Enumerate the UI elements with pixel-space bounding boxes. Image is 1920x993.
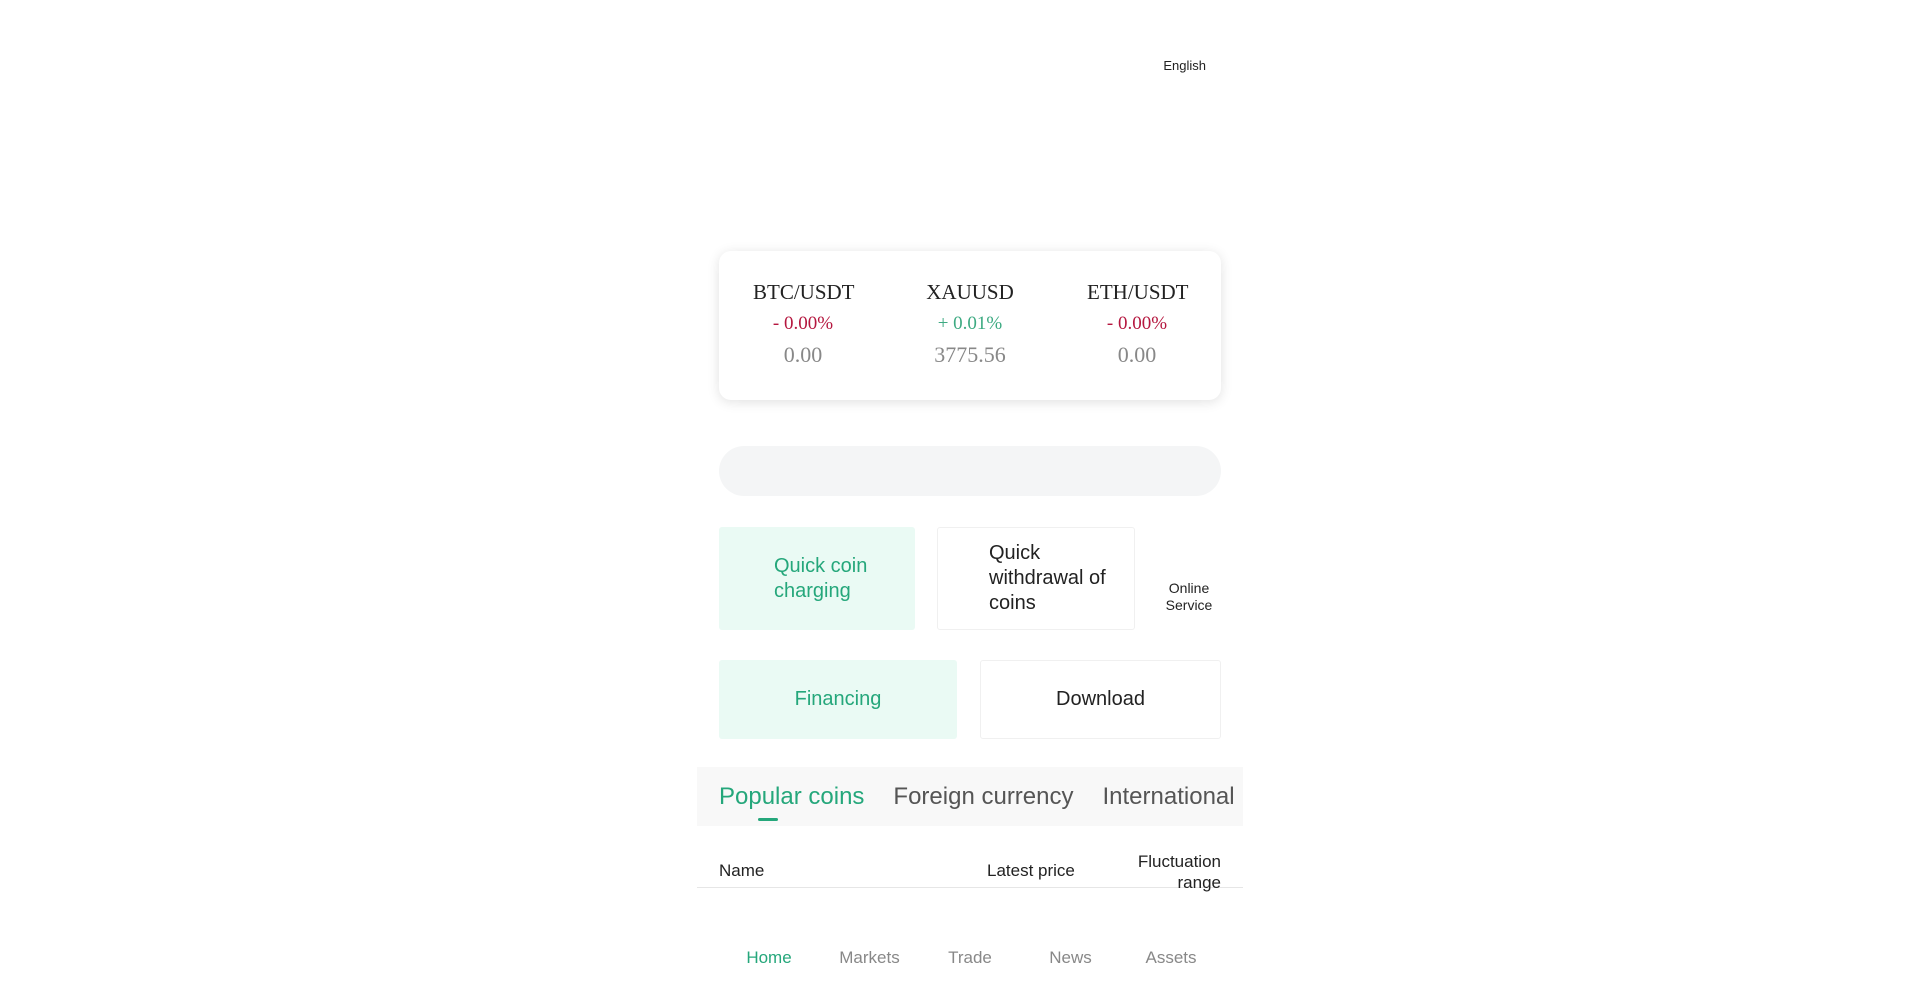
ticker-xauusd[interactable]: XAUUSD + 0.01% 3775.56 <box>920 279 1020 400</box>
nav-trade[interactable]: Trade <box>920 940 1020 976</box>
ticker-card: BTC/USDT - 0.00% 0.00 XAUUSD + 0.01% 377… <box>719 251 1221 400</box>
download-button[interactable]: Download <box>980 660 1221 739</box>
tab-popular-coins[interactable]: Popular coins <box>719 782 864 812</box>
ticker-eth[interactable]: ETH/USDT - 0.00% 0.00 <box>1087 279 1189 400</box>
tab-international[interactable]: International <box>1103 782 1235 812</box>
ticker-change: - 0.00% <box>1106 313 1168 334</box>
market-table-header: Name Latest price Fluctuation range <box>697 848 1243 892</box>
ticker-price: 0.00 <box>1117 342 1157 367</box>
ticker-pair: ETH/USDT <box>1087 280 1189 304</box>
nav-home[interactable]: Home <box>719 940 819 976</box>
online-service-label: Online Service <box>1165 580 1213 613</box>
active-tab-indicator <box>758 818 778 821</box>
tab-foreign-currency[interactable]: Foreign currency <box>893 782 1073 812</box>
quick-withdrawal-button[interactable]: Quick withdrawal of coins <box>937 527 1135 630</box>
column-header-name: Name <box>719 861 765 880</box>
quick-coin-charging-button[interactable]: Quick coin charging <box>719 527 915 630</box>
quick-withdrawal-label: Quick withdrawal of coins <box>989 542 1106 614</box>
nav-markets[interactable]: Markets <box>820 940 920 976</box>
financing-button[interactable]: Financing <box>719 660 957 739</box>
column-header-latest-price: Latest price <box>987 861 1075 880</box>
notice-bar[interactable] <box>719 446 1221 496</box>
quick-coin-charging-label: Quick coin charging <box>774 554 868 602</box>
ticker-price: 0.00 <box>783 342 823 367</box>
nav-assets[interactable]: Assets <box>1121 940 1221 976</box>
ticker-pair: XAUUSD <box>926 280 1014 304</box>
bottom-navigation: Home Markets Trade News Assets <box>719 940 1221 976</box>
ticker-change: - 0.00% <box>772 313 834 334</box>
ticker-pair: BTC/USDT <box>753 280 855 304</box>
mobile-app-container: English BTC/USDT - 0.00% 0.00 XAUUSD + 0… <box>697 0 1243 993</box>
market-tabs: Popular coins Foreign currency Internati… <box>697 767 1243 826</box>
ticker-btc[interactable]: BTC/USDT - 0.00% 0.00 <box>753 279 855 400</box>
language-selector[interactable]: English <box>1163 58 1206 73</box>
ticker-price: 3775.56 <box>934 342 1006 367</box>
financing-label: Financing <box>794 688 882 710</box>
nav-news[interactable]: News <box>1021 940 1121 976</box>
download-label: Download <box>1056 688 1145 710</box>
ticker-change: + 0.01% <box>937 313 1003 334</box>
column-header-fluctuation: Fluctuation range <box>1137 852 1221 892</box>
online-service-button[interactable]: Online Service <box>1157 580 1221 614</box>
